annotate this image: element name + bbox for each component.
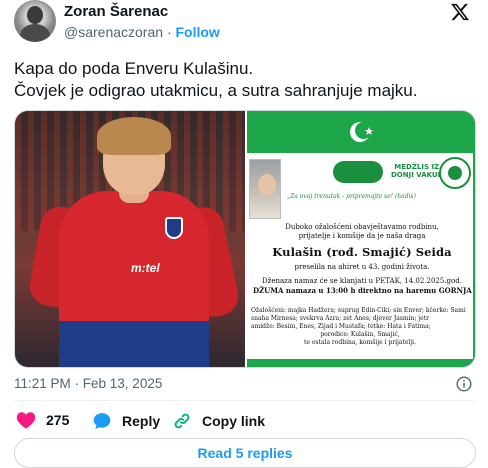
family-line: snaha Mirnesa; svekrva Azra; zet Anes; d…: [251, 315, 429, 322]
x-logo-icon[interactable]: [450, 2, 470, 22]
crescent-star-icon: [350, 122, 374, 142]
link-icon: [174, 413, 190, 429]
reply-label: Reply: [122, 413, 161, 429]
heart-icon: [16, 412, 36, 429]
family-line: porodice: Kulašin, Smajić,: [320, 331, 400, 338]
calligraphy-emblem-icon: [333, 161, 383, 183]
read-replies-button[interactable]: Read 5 replies: [14, 438, 476, 468]
tweet-timestamp[interactable]: 11:21 PM · Feb 13, 2025: [14, 376, 162, 391]
islamic-seal-icon: [439, 157, 471, 189]
family-line: amidže: Besim, Enes, Zijad i Mustafa; te…: [251, 323, 431, 330]
org-line: MEDŽLIS IZ: [394, 163, 440, 171]
tweet-text-line: Čovjek je odigrao utakmicu, a sutra sahr…: [14, 81, 418, 100]
follow-button[interactable]: Follow: [176, 24, 220, 40]
obituary-notice-image[interactable]: MEDŽLIS IZ DONJI VAKUF „Za ovaj trenutak…: [247, 111, 476, 367]
family-line: Ožalošćeni: majka Hadžera; suprug Edin-C…: [251, 307, 466, 314]
author-avatar[interactable]: [14, 0, 56, 42]
tweet-text-line: Kapa do poda Enveru Kulašinu.: [14, 59, 254, 78]
player-shorts: [59, 321, 209, 367]
handle-separator: ·: [166, 24, 172, 40]
notice-bottom-band: [247, 359, 475, 367]
deceased-portrait: [249, 159, 281, 219]
author-name[interactable]: Zoran Šarenac: [64, 3, 168, 20]
tweet-text: Kapa do poda Enveru Kulašinu. Čovjek je …: [14, 58, 476, 102]
player-photo[interactable]: m:tel: [15, 111, 245, 367]
copy-link-label: Copy link: [202, 413, 266, 429]
tweet-media[interactable]: m:tel MEDŽLIS IZ DONJI VAKUF „Za ovaj tr…: [14, 110, 476, 368]
portrait-face: [258, 174, 276, 196]
org-line: DONJI VAKUF: [391, 171, 443, 179]
avatar-head-shape: [27, 6, 43, 24]
notice-right-border: [473, 111, 475, 367]
info-icon[interactable]: [456, 376, 472, 392]
family-line: te ostala rodbina, komšije i prijatelji.: [303, 339, 416, 346]
author-handle-row: @sarenaczoran · Follow: [64, 24, 220, 40]
notice-intro: Duboko ožalošćeni obavještavamo rodbinu,…: [253, 223, 471, 241]
player-hair: [97, 117, 171, 155]
tweet-header: Zoran Šarenac @sarenaczoran · Follow: [14, 0, 476, 46]
notice-age-line: preselila na ahiret u 43. godini života.: [294, 263, 430, 271]
notice-organization: MEDŽLIS IZ DONJI VAKUF: [391, 163, 442, 179]
reply-button[interactable]: Reply: [92, 411, 160, 431]
deceased-name: Kulašin (rođ. Smajić) Seida: [272, 245, 452, 259]
like-button[interactable]: 275: [16, 411, 69, 429]
notice-dzenaza-line: Dženaza namaz će se klanjati u PETAK, 14…: [262, 277, 462, 285]
action-divider: [14, 400, 476, 401]
club-badge-icon: [165, 217, 183, 239]
like-count: 275: [46, 412, 70, 428]
notice-intro-line: prijatelje i komšije da je naša draga: [298, 232, 426, 240]
copy-link-button[interactable]: Copy link: [172, 411, 265, 431]
author-handle[interactable]: @sarenaczoran: [64, 24, 163, 40]
notice-family-list: Ožalošćeni: majka Hadžera; suprug Edin-C…: [251, 307, 469, 347]
speech-bubble-icon: [93, 413, 111, 429]
notice-intro-line: Duboko ožalošćeni obavještavamo rodbinu,: [285, 223, 439, 231]
avatar-body-shape: [20, 24, 50, 42]
notice-dzuma-line: DŽUMA namaza u 13:00 h direktno na harem…: [253, 286, 476, 295]
notice-verse: „Za ovaj trenutak - pripremajte se! (had…: [287, 193, 416, 200]
shirt-sponsor-text: m:tel: [131, 261, 160, 275]
tweet-actions: 275 Reply Copy link: [14, 408, 476, 434]
